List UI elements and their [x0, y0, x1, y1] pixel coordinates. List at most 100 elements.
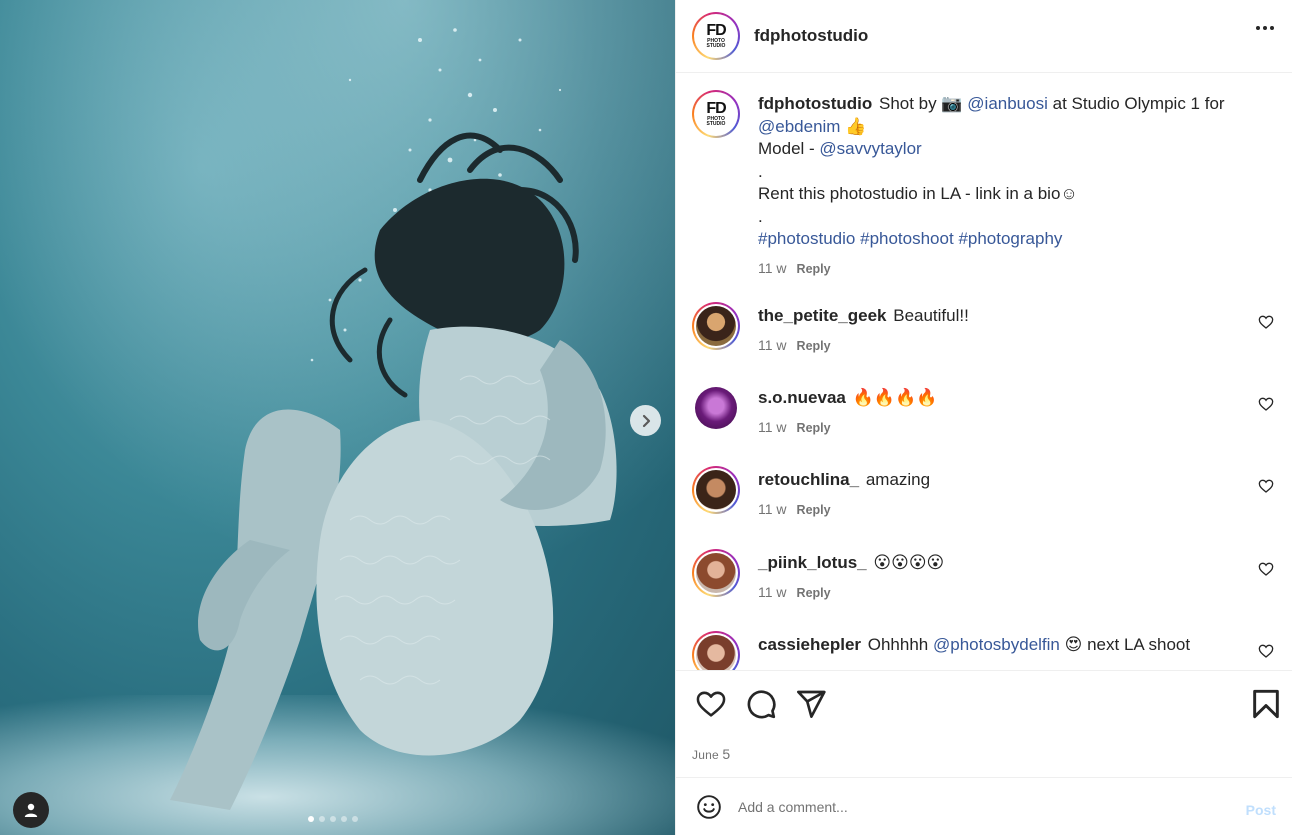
comment-item: retouchlina_ amazing 11 w Reply [692, 466, 1276, 549]
commenter-photo [696, 635, 736, 670]
underwater-photo [0, 0, 675, 835]
post-header: FD PHOTO STUDIO fdphotostudio [676, 0, 1292, 73]
mention-link[interactable]: @savvytaylor [819, 139, 921, 158]
caption-line-3: Model - @savvytaylor [758, 138, 1225, 161]
comment-item: s.o.nuevaa 🔥🔥🔥🔥 11 w Reply [692, 384, 1276, 466]
post-caption: FD PHOTO STUDIO fdphotostudio Shot by 📷 … [692, 73, 1276, 302]
hashtag-link[interactable]: #photography [958, 229, 1062, 248]
caption-line-5: Rent this photostudio in LA - link in a … [758, 184, 1078, 203]
comment-like-icon[interactable] [1258, 643, 1274, 659]
timestamp[interactable]: 11 w [758, 581, 787, 604]
comment-like-icon[interactable] [1258, 314, 1274, 330]
commenter-username[interactable]: s.o.nuevaa [758, 388, 846, 407]
carousel-dot [341, 816, 347, 822]
commenter-username[interactable]: the_petite_geek [758, 306, 887, 325]
emoji-icon[interactable] [696, 794, 722, 820]
caption-text: Shot by [878, 94, 937, 113]
timestamp[interactable]: 11 w [758, 498, 787, 521]
caption-hashtags: #photostudio #photoshoot #photography [758, 228, 1225, 251]
caption-line-1: fdphotostudio Shot by 📷 @ianbuosi at Stu… [758, 93, 1225, 116]
carousel-next-button[interactable] [630, 405, 661, 436]
carousel-dot [319, 816, 325, 822]
comment-text: 🔥🔥🔥🔥 [852, 388, 938, 407]
caption-text: at Studio Olympic 1 for [1052, 94, 1225, 113]
logo-text: FD [706, 22, 726, 39]
author-username[interactable]: fdphotostudio [754, 26, 868, 46]
mention-link[interactable]: @ianbuosi [967, 94, 1048, 113]
logo-text: FD [706, 100, 726, 117]
comment-item: the_petite_geek Beautiful!! 11 w Reply [692, 302, 1276, 384]
mention-link[interactable]: @ebdenim [758, 117, 840, 136]
author-avatar[interactable]: FD PHOTO STUDIO [692, 12, 740, 60]
more-options-button[interactable] [1256, 26, 1274, 30]
caption-username[interactable]: fdphotostudio [758, 94, 872, 113]
logo-subtext: PHOTO STUDIO [706, 116, 726, 127]
comment-like-icon[interactable] [1258, 561, 1274, 577]
reply-button[interactable]: Reply [797, 258, 831, 281]
mention-link[interactable]: @photosbydelfin [933, 635, 1060, 654]
caption-text: Model - [758, 139, 815, 158]
heart-icon[interactable] [695, 688, 727, 720]
comment-like-icon[interactable] [1258, 478, 1274, 494]
hashtag-link[interactable]: #photoshoot [860, 229, 954, 248]
caption-line-6: . [758, 206, 763, 226]
carousel-dot [352, 816, 358, 822]
hashtag-link[interactable]: #photostudio [758, 229, 855, 248]
add-comment-bar: Post [676, 777, 1292, 835]
comment-text: 😮😮😮😮 [873, 553, 945, 572]
heart-eyes-emoji: 😍 [1064, 635, 1083, 654]
more-dot [1270, 26, 1274, 30]
commenter-avatar[interactable] [692, 631, 740, 670]
carousel-dot [330, 816, 336, 822]
thumbs-up-emoji: 👍 [845, 116, 867, 136]
comment-input[interactable] [738, 798, 1218, 815]
reply-button[interactable]: Reply [797, 499, 831, 522]
camera-emoji: 📷 [941, 94, 963, 113]
timestamp[interactable]: 11 w [758, 257, 787, 280]
post-side-panel: FD PHOTO STUDIO fdphotostudio FD PHOTO S… [675, 0, 1292, 835]
share-icon[interactable] [795, 688, 827, 720]
commenter-photo [696, 470, 736, 510]
reply-button[interactable]: Reply [797, 582, 831, 605]
comments-list[interactable]: FD PHOTO STUDIO fdphotostudio Shot by 📷 … [676, 73, 1292, 670]
caption-line-2: @ebdenim 👍 [758, 116, 1225, 139]
commenter-avatar[interactable] [692, 549, 740, 597]
commenter-username[interactable]: _piink_lotus_ [758, 553, 867, 572]
tagged-users-button[interactable] [13, 792, 49, 828]
commenter-avatar[interactable] [692, 302, 740, 350]
fd-logo: FD PHOTO STUDIO [696, 16, 736, 56]
comment-icon[interactable] [745, 688, 777, 720]
more-options-icon [1256, 26, 1260, 30]
comment-item: cassiehepler Ohhhhh @photosbydelfin 😍 ne… [692, 631, 1276, 670]
post-date[interactable]: June 5 [692, 746, 730, 762]
reply-button[interactable]: Reply [797, 335, 831, 358]
caption-line-4: . [758, 161, 763, 181]
post-actions: June 5 [676, 670, 1292, 777]
comment-text: next LA shoot [1087, 635, 1191, 654]
commenter-username[interactable]: cassiehepler [758, 635, 861, 654]
user-tag-icon [24, 803, 38, 817]
post-media[interactable] [0, 0, 675, 835]
comment-item: _piink_lotus_ 😮😮😮😮 11 w Reply [692, 549, 1276, 631]
carousel-dot [308, 816, 314, 822]
comment-text: amazing [865, 470, 931, 489]
caption-avatar[interactable]: FD PHOTO STUDIO [692, 90, 740, 138]
reply-button[interactable]: Reply [797, 417, 831, 440]
logo-subtext: PHOTO STUDIO [706, 38, 726, 49]
timestamp[interactable]: 11 w [758, 416, 787, 439]
date-month: June [692, 748, 719, 762]
carousel-indicator [308, 816, 358, 822]
commenter-photo [696, 553, 736, 593]
chevron-right-icon [642, 414, 650, 427]
commenter-avatar[interactable] [692, 466, 740, 514]
date-day: 5 [722, 746, 731, 762]
fd-logo: FD PHOTO STUDIO [696, 94, 736, 134]
bookmark-icon[interactable] [1251, 688, 1281, 720]
comment-text: Beautiful!! [893, 306, 969, 325]
commenter-avatar[interactable] [695, 387, 737, 429]
post-comment-button[interactable]: Post [1246, 802, 1276, 818]
commenter-photo [696, 306, 736, 346]
commenter-username[interactable]: retouchlina_ [758, 470, 859, 489]
comment-like-icon[interactable] [1258, 396, 1274, 412]
timestamp[interactable]: 11 w [758, 334, 787, 357]
